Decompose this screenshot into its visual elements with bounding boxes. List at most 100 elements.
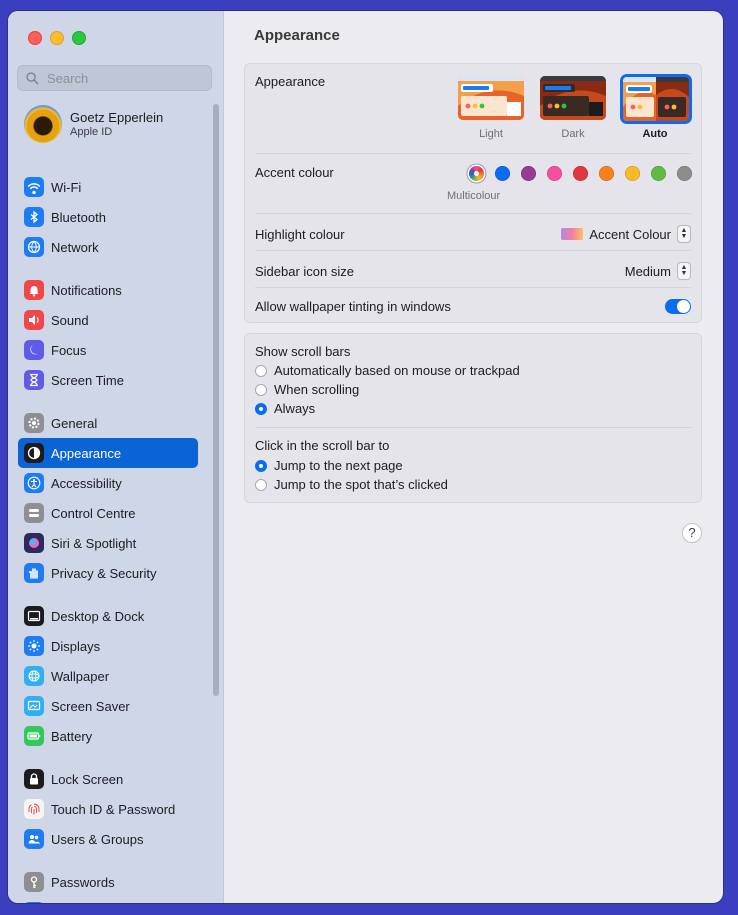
help-button[interactable]: ?	[682, 523, 702, 543]
sidebar-item-sound[interactable]: Sound	[18, 305, 192, 335]
radio-label: Jump to the next page	[274, 458, 403, 473]
sidebar-item-label: Accessibility	[51, 475, 122, 491]
show-scroll-bars-label: Show scroll bars	[255, 344, 351, 359]
sidebar-item-accessibility[interactable]: Accessibility	[18, 468, 192, 498]
mode-dark-thumbnail[interactable]	[540, 76, 606, 120]
sidebar-item-privacy-security[interactable]: Privacy & Security	[18, 558, 192, 588]
sidebar-item-label: General	[51, 415, 98, 431]
sidebar-item-label: Focus	[51, 342, 87, 358]
wifi-icon	[24, 177, 44, 197]
highlight-colour-value: Accent Colour	[589, 226, 671, 242]
sidebar-item-label: Desktop & Dock	[51, 608, 145, 624]
page-title: Appearance	[254, 27, 340, 44]
sidebar-item-wi-fi[interactable]: Wi-Fi	[18, 172, 192, 202]
control-centre-icon	[24, 503, 44, 523]
close-button[interactable]	[28, 31, 42, 45]
appearance-icon	[24, 443, 44, 463]
sidebar-item-label: Wi-Fi	[51, 179, 82, 195]
speaker-icon	[24, 310, 44, 330]
click-scroll-bar-label: Click in the scroll bar to	[255, 438, 390, 453]
settings-window: Goetz Epperlein Apple ID Wi-Fi Bluetooth N…	[8, 11, 723, 903]
bluetooth-icon	[24, 207, 44, 227]
bell-icon	[24, 280, 44, 300]
sidebar-item-touch-id-password[interactable]: Touch ID & Password	[18, 794, 192, 824]
sidebar-item-control-centre[interactable]: Control Centre	[18, 498, 192, 528]
scroll-option-always[interactable]: Always	[255, 401, 315, 416]
battery-icon	[24, 726, 44, 746]
radio-label: Automatically based on mouse or trackpad	[274, 363, 520, 378]
sidebar-item-wallpaper[interactable]: Wallpaper	[18, 661, 192, 691]
sidebar-item-appearance[interactable]: Appearance	[18, 438, 198, 468]
apple-id-account[interactable]: Goetz Epperlein Apple ID	[24, 105, 163, 143]
sidebar-item-focus[interactable]: Focus	[18, 335, 192, 365]
sidebar-item-displays[interactable]: Displays	[18, 631, 192, 661]
sidebar-item-screen-time[interactable]: Screen Time	[18, 365, 192, 395]
sidebar-item-lock-screen[interactable]: Lock Screen	[18, 764, 192, 794]
users-icon	[24, 829, 44, 849]
sidebar-item-label: Touch ID & Password	[51, 801, 176, 817]
sidebar-item-siri-spotlight[interactable]: Siri & Spotlight	[18, 528, 192, 558]
sidebar-item-label: Lock Screen	[51, 771, 124, 787]
sidebar-item-network[interactable]: Network	[18, 232, 192, 262]
sidebar-scrollbar[interactable]	[213, 104, 219, 696]
scroll-option-when-scrolling[interactable]: When scrolling	[255, 382, 359, 397]
radio-button[interactable]	[255, 478, 267, 491]
hourglass-icon	[24, 370, 44, 390]
fingerprint-icon	[24, 799, 44, 819]
search-field[interactable]	[17, 65, 212, 91]
sidebar-item-users-groups[interactable]: Users & Groups	[18, 824, 192, 854]
zoom-button[interactable]	[72, 31, 86, 45]
appearance-panel: Appearance Light Dark Auto Accent colour…	[244, 63, 702, 323]
sidebar-item-internet-accounts[interactable]: Internet Accounts	[18, 897, 192, 903]
mode-auto-thumbnail[interactable]	[620, 74, 692, 124]
mode-light-thumbnail[interactable]	[458, 76, 524, 120]
sidebar-item-label: Displays	[51, 638, 101, 654]
sidebar-item-battery[interactable]: Battery	[18, 721, 192, 751]
scroll-option-automatic[interactable]: Automatically based on mouse or trackpad	[255, 363, 520, 378]
wallpaper-tinting-toggle[interactable]	[665, 299, 691, 314]
sidebar-item-label: Privacy & Security	[51, 565, 157, 581]
key-icon	[24, 872, 44, 892]
sidebar-item-label: Control Centre	[51, 505, 136, 521]
minimize-button[interactable]	[50, 31, 64, 45]
sidebar-item-passwords[interactable]: Passwords	[18, 867, 192, 897]
radio-label: Always	[274, 401, 316, 416]
siri-icon	[24, 533, 44, 553]
accent-swatch[interactable]	[677, 166, 692, 181]
sidebar-item-notifications[interactable]: Notifications	[18, 275, 192, 305]
sidebar-item-label: Users & Groups	[51, 831, 144, 847]
apple-id-label: Apple ID	[70, 126, 113, 138]
at-icon	[24, 902, 44, 903]
accessibility-icon	[24, 473, 44, 493]
sidebar-item-bluetooth[interactable]: Bluetooth	[18, 202, 192, 232]
wallpaper-tinting-label: Allow wallpaper tinting in windows	[255, 299, 451, 314]
sidebar-item-label: Siri & Spotlight	[51, 535, 137, 551]
sidebar-item-label: Screen Saver	[51, 698, 130, 714]
highlight-colour-popup[interactable]: Accent Colour ▲ ▼	[561, 225, 691, 243]
click-option-spot-clicked[interactable]: Jump to the spot that’s clicked	[255, 477, 448, 492]
accent-swatch[interactable]	[547, 166, 562, 181]
click-option-next-page[interactable]: Jump to the next page	[255, 458, 403, 473]
sidebar-item-label: Sound	[51, 312, 89, 328]
sidebar-item-general[interactable]: General	[18, 408, 192, 438]
dock-icon	[24, 606, 44, 626]
accent-swatch[interactable]	[599, 166, 614, 181]
sidebar-item-desktop-dock[interactable]: Desktop & Dock	[18, 601, 192, 631]
highlight-colour-label: Highlight colour	[255, 226, 345, 242]
accent-swatch[interactable]	[573, 166, 588, 181]
accent-swatch[interactable]	[495, 166, 510, 181]
accent-swatch[interactable]	[651, 166, 666, 181]
accent-swatch[interactable]	[521, 166, 536, 181]
accent-swatch-multicolour[interactable]	[469, 166, 484, 181]
radio-button[interactable]	[255, 383, 267, 396]
search-input[interactable]	[45, 69, 209, 87]
radio-button[interactable]	[255, 459, 267, 472]
accent-swatch[interactable]	[625, 166, 640, 181]
radio-button[interactable]	[255, 402, 267, 415]
window-controls	[28, 31, 86, 45]
radio-button[interactable]	[255, 364, 267, 377]
sidebar-icon-size-popup[interactable]: Medium ▲ ▼	[625, 262, 691, 280]
sidebar-item-screen-saver[interactable]: Screen Saver	[18, 691, 192, 721]
sidebar-item-label: Network	[51, 239, 99, 255]
sidebar-item-label: Passwords	[51, 874, 115, 890]
